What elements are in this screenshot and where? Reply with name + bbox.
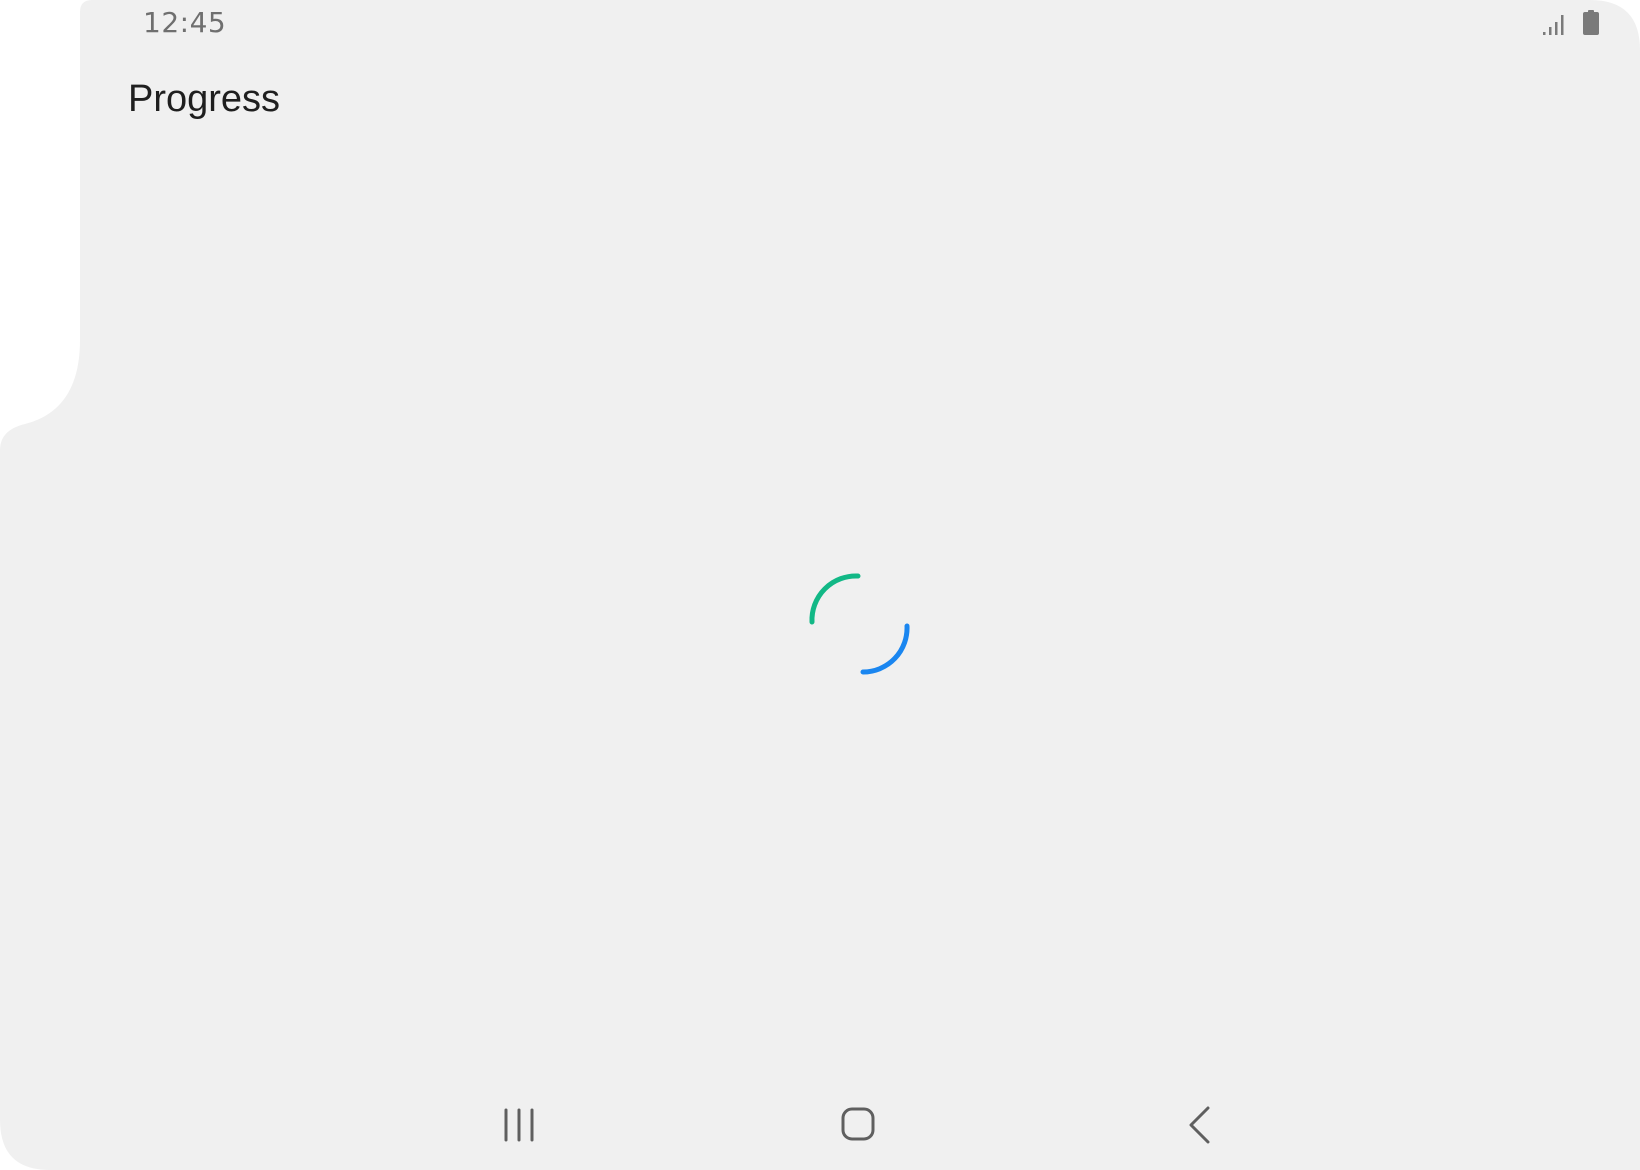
recent-apps-icon: [504, 1108, 534, 1142]
back-icon: [1189, 1106, 1210, 1144]
page-title: Progress: [128, 78, 281, 120]
device-screen: 12:45 Progress: [0, 0, 1640, 1170]
progress-arc-blue: [860, 623, 910, 675]
progress-spinner: [809, 573, 910, 675]
battery-icon: [1583, 10, 1599, 35]
progress-arc-green: [809, 573, 861, 625]
home-button[interactable]: [824, 1100, 894, 1150]
signal-icon: [1543, 15, 1564, 35]
status-bar-icons: [1542, 10, 1600, 36]
status-bar-time: 12:45: [143, 6, 227, 39]
recent-apps-button[interactable]: [484, 1100, 554, 1150]
home-icon: [841, 1107, 875, 1141]
back-button[interactable]: [1166, 1100, 1236, 1150]
